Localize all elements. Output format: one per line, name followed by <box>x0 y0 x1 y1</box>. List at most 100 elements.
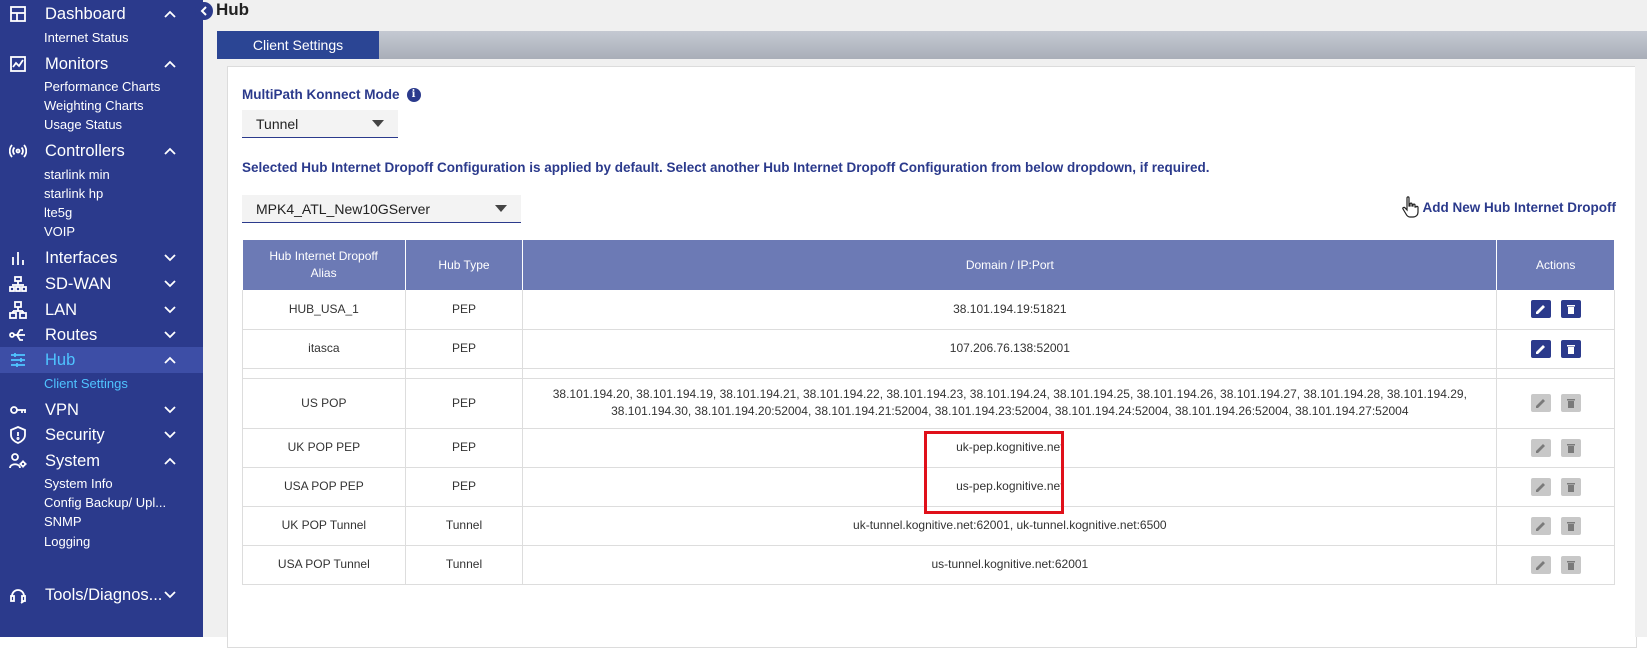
sidebar-subitem-snmp[interactable]: SNMP <box>44 514 82 529</box>
chevron-up-icon[interactable] <box>163 353 177 367</box>
tools-icon <box>8 585 28 605</box>
system-icon <box>8 451 28 471</box>
lan-icon <box>8 300 28 320</box>
sidebar-subitem-voip[interactable]: VOIP <box>44 224 75 239</box>
tab-client-settings[interactable]: Client Settings <box>217 31 379 59</box>
chevron-up-icon[interactable] <box>163 7 177 21</box>
edit-button[interactable] <box>1530 394 1551 412</box>
sidebar-item-vpn[interactable]: VPN <box>0 397 203 423</box>
cell-alias: USA POP Tunnel <box>242 545 406 585</box>
sidebar-subitem-starlink-min[interactable]: starlink min <box>44 167 110 182</box>
chevron-down-icon[interactable] <box>163 328 177 342</box>
sidebar-item-system[interactable]: System <box>0 448 203 474</box>
sdwan-icon <box>8 274 28 294</box>
cell-type: PEP <box>405 329 524 369</box>
sidebar-subitem-internet-status[interactable]: Internet Status <box>44 30 129 45</box>
table-row: UK POP PEP PEP uk-pep.kognitive.net <box>242 428 1615 468</box>
delete-button[interactable] <box>1560 516 1581 535</box>
delete-button[interactable] <box>1560 555 1581 574</box>
hand-cursor-icon <box>1399 195 1421 219</box>
cell-alias: US POP <box>242 378 406 429</box>
cell-actions <box>1496 506 1615 546</box>
interfaces-icon <box>8 248 28 268</box>
hub-dropoff-table: Hub Internet Dropoff Alias Hub Type Domai… <box>242 240 1615 585</box>
cell-domain: us-tunnel.kognitive.net:62001 <box>522 545 1498 585</box>
mode-select[interactable]: Tunnel <box>242 110 398 138</box>
chevron-down-icon[interactable] <box>163 303 177 317</box>
cell-actions <box>1496 428 1615 468</box>
cell-actions <box>1496 545 1615 585</box>
sidebar-subitem-usage-status[interactable]: Usage Status <box>44 117 122 132</box>
config-select-value: MPK4_ATL_New10GServer <box>256 200 431 217</box>
cell-type: Tunnel <box>405 506 524 546</box>
table-header-row: Hub Internet Dropoff Alias Hub Type Domai… <box>242 240 1615 290</box>
column-header-actions: Actions <box>1496 240 1615 290</box>
sidebar-item-label: Controllers <box>45 141 125 160</box>
config-select[interactable]: MPK4_ATL_New10GServer <box>242 195 521 223</box>
edit-button[interactable] <box>1530 300 1551 319</box>
sidebar-item-lan[interactable]: LAN <box>0 297 203 323</box>
sidebar-item-interfaces[interactable]: Interfaces <box>0 245 203 271</box>
delete-button[interactable] <box>1560 339 1581 358</box>
sidebar-item-tools[interactable]: Tools/Diagnos... <box>0 582 203 608</box>
cell-alias: HUB_USA_1 <box>242 290 406 330</box>
dashboard-icon <box>8 4 28 24</box>
cell-type: PEP <box>405 290 524 330</box>
collapse-sidebar-button[interactable] <box>195 2 213 20</box>
table-separator <box>242 368 1615 379</box>
caret-down-icon <box>372 120 384 127</box>
chevron-up-icon[interactable] <box>163 144 177 158</box>
edit-button[interactable] <box>1530 339 1551 358</box>
sidebar-item-controllers[interactable]: Controllers <box>0 138 203 164</box>
sidebar-item-routes[interactable]: Routes <box>0 322 203 348</box>
pencil-icon <box>1535 521 1545 531</box>
sidebar-subitem-client-settings[interactable]: Client Settings <box>44 376 128 391</box>
sidebar-subitem-starlink-hp[interactable]: starlink hp <box>44 186 103 201</box>
edit-button[interactable] <box>1530 438 1551 457</box>
vpn-icon <box>8 400 28 420</box>
table-row: US POP PEP 38.101.194.20, 38.101.194.19,… <box>242 378 1615 429</box>
sidebar-item-label: Security <box>45 425 105 444</box>
info-icon[interactable]: i <box>406 87 421 102</box>
sidebar-item-hub[interactable]: Hub <box>0 347 203 373</box>
settings-panel: MultiPath Konnect Mode i Tunnel Selected… <box>227 66 1637 648</box>
sidebar-item-label: Interfaces <box>45 248 118 267</box>
sidebar-item-dashboard[interactable]: Dashboard <box>0 1 203 27</box>
sidebar-item-monitors[interactable]: Monitors <box>0 51 203 77</box>
add-hub-dropoff-link[interactable]: Add New Hub Internet Dropoff <box>1399 195 1616 219</box>
sidebar-subitem-performance-charts[interactable]: Performance Charts <box>44 79 160 94</box>
sidebar-subitem-logging[interactable]: Logging <box>44 534 90 549</box>
chevron-up-icon[interactable] <box>163 57 177 71</box>
sidebar-subitem-system-info[interactable]: System Info <box>44 476 113 491</box>
cell-domain: 38.101.194.20, 38.101.194.19, 38.101.194… <box>522 378 1498 429</box>
chevron-down-icon[interactable] <box>163 403 177 417</box>
chevron-up-icon[interactable] <box>163 454 177 468</box>
main-content: Hub Client Settings MultiPath Konnect Mo… <box>203 0 1647 648</box>
edit-button[interactable] <box>1530 555 1551 574</box>
cell-actions <box>1496 467 1615 507</box>
sidebar-subitem-weighting-charts[interactable]: Weighting Charts <box>44 98 143 113</box>
cell-domain: us-pep.kognitive.net <box>522 467 1498 507</box>
edit-button[interactable] <box>1530 516 1551 535</box>
sidebar-item-label: System <box>45 451 101 470</box>
delete-button[interactable] <box>1560 477 1581 496</box>
delete-button[interactable] <box>1560 394 1581 412</box>
sidebar-subitem-lte5g[interactable]: lte5g <box>44 205 72 220</box>
chevron-down-icon[interactable] <box>163 251 177 265</box>
sidebar-subitem-config-backup[interactable]: Config Backup/ Upl... <box>44 495 166 510</box>
sidebar-item-sd-wan[interactable]: SD-WAN <box>0 271 203 297</box>
chevron-down-icon[interactable] <box>163 428 177 442</box>
delete-button[interactable] <box>1560 438 1581 457</box>
delete-button[interactable] <box>1560 300 1581 319</box>
sidebar-item-security[interactable]: Security <box>0 422 203 448</box>
sidebar-item-label: Dashboard <box>45 4 126 23</box>
edit-button[interactable] <box>1530 477 1551 496</box>
chevron-down-icon[interactable] <box>163 588 177 602</box>
tab-bar: Client Settings <box>217 31 1647 59</box>
chevron-down-icon[interactable] <box>163 277 177 291</box>
trash-icon <box>1566 305 1575 315</box>
cell-type: PEP <box>405 428 524 468</box>
scrollbar-track[interactable] <box>1635 66 1647 637</box>
cell-type: PEP <box>405 467 524 507</box>
table-row: UK POP Tunnel Tunnel uk-tunnel.kognitive… <box>242 506 1615 546</box>
